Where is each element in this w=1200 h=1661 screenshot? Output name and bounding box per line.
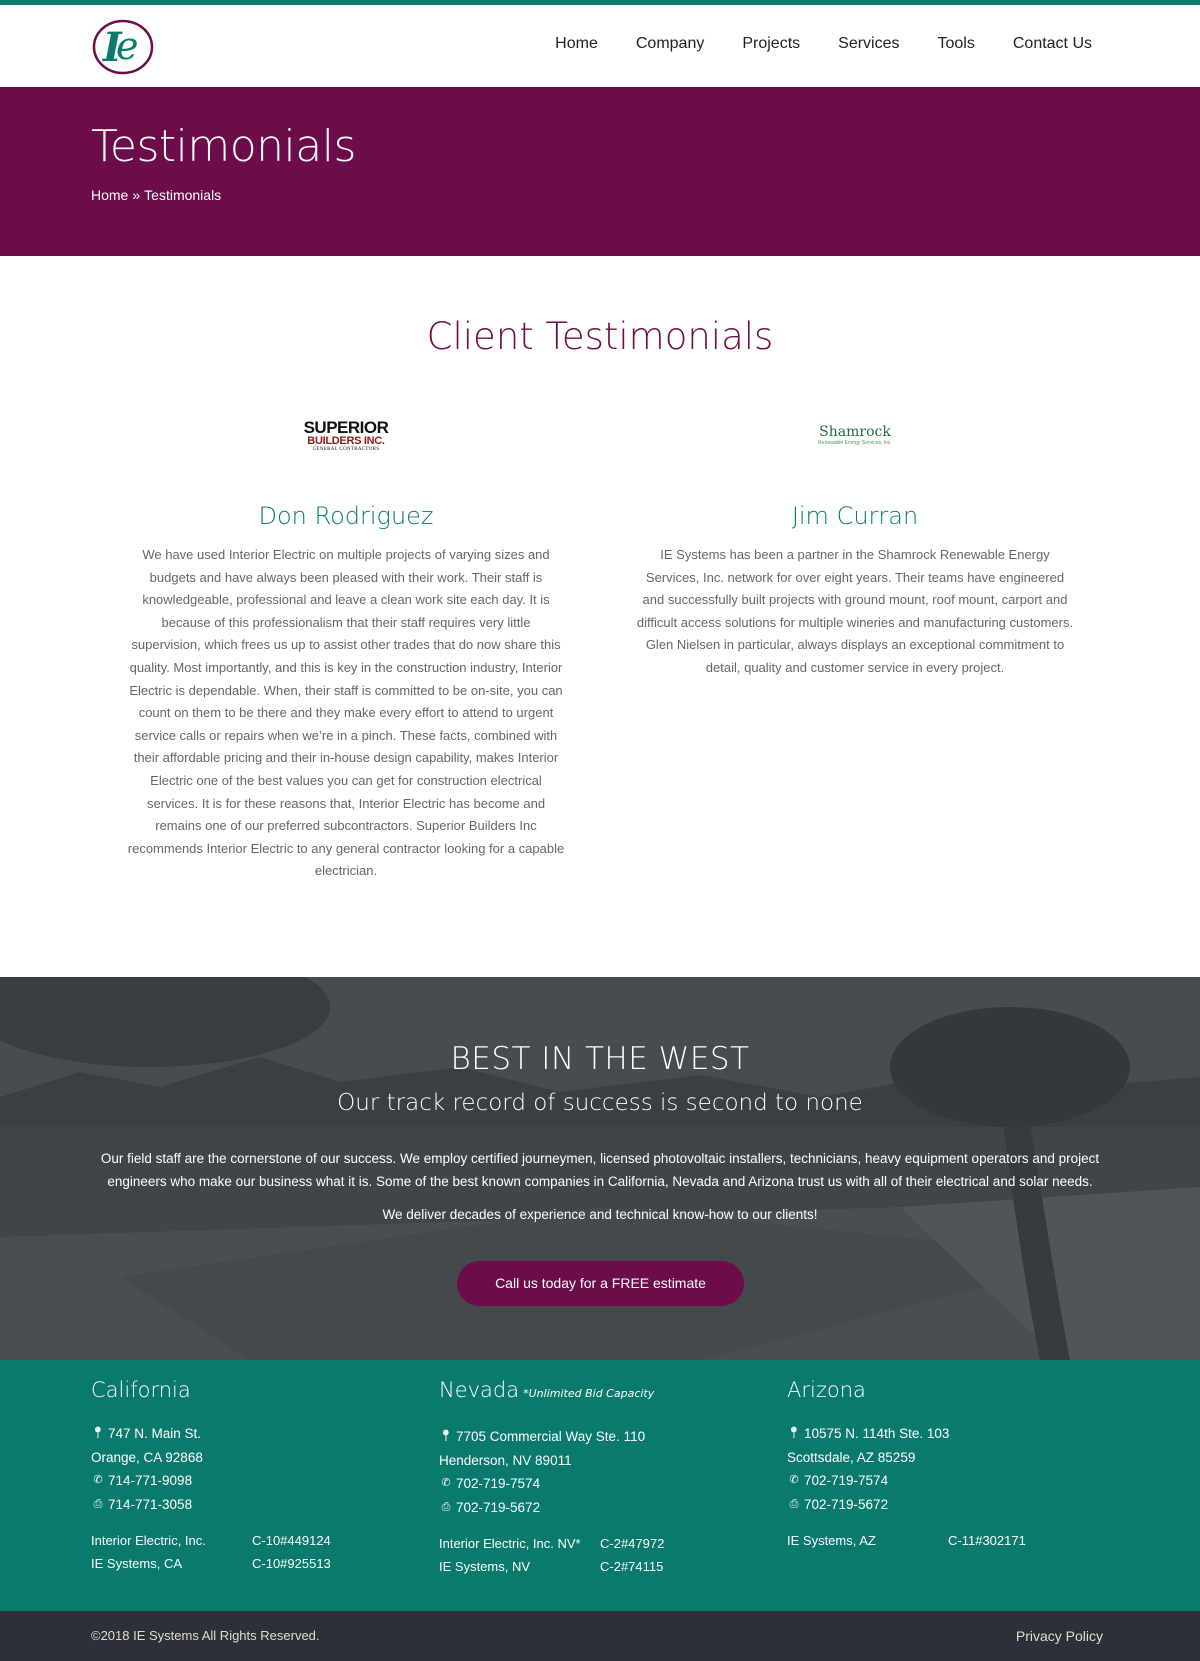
address-line-1: 10575 N. 114th Ste. 103 [804,1426,950,1441]
testimonial-card: Shamrock Renewable Energy Services, Inc.… [635,410,1075,680]
address-line-1: 747 N. Main St. [108,1426,202,1441]
testimonial-card: SUPERIOR BUILDERS INC. GENERAL CONTRACTO… [126,410,566,883]
fax-icon: ⎙ [441,1500,451,1513]
bottom-bar: ©2018 IE Systems All Rights Reserved. Pr… [0,1611,1200,1661]
location-title: Nevada *Unlimited Bid Capacity [439,1378,655,1402]
shamrock-logo: Shamrock Renewable Energy Services, Inc. [635,410,1075,460]
license-row: Interior Electric, Inc. NV* C-2#47972 [439,1536,665,1551]
section-title: Client Testimonials [426,315,774,358]
logo-text-line1: Shamrock [819,423,891,440]
location-california: California 📍︎ 747 N. Main St. Orange, CA … [91,1378,411,1575]
promo-body: Our field staff are the cornerstone of o… [100,1151,1100,1189]
map-marker-icon: 📍︎ [91,1427,105,1439]
license-row: IE Systems, NV C-2#74115 [439,1559,664,1574]
fax-number: 714-771-3058 [108,1496,193,1512]
testimonial-text: We have used Interior Electric on multip… [127,547,565,879]
phone-icon: ✆ [93,1474,103,1486]
phone-icon: ✆ [789,1474,799,1486]
license-row: Interior Electric, Inc. C-10#449124 [91,1533,331,1548]
logo-text-line3: GENERAL CONTRACTORS [312,446,380,452]
license-list: Interior Electric, Inc. C-10#449124 IE Sy… [91,1529,411,1575]
phone-icon: ✆ [441,1477,451,1489]
promo-tagline: We deliver decades of experience and tec… [382,1207,818,1222]
license-row: IE Systems, AZ C-11#302171 [787,1533,1026,1548]
page-title-banner: Testimonials Home » Testimonials [0,87,1200,256]
fax-number: 702-719-5672 [456,1499,541,1515]
fax-icon: ⎙ [93,1497,103,1510]
license-list: IE Systems, AZ C-11#302171 [787,1529,1107,1552]
address-line-2: Scottsdale, AZ 85259 [787,1449,916,1465]
location-title: Arizona [787,1378,866,1402]
promo-section: BEST IN THE WEST Our track record of suc… [0,977,1200,1360]
address-line-2: Henderson, NV 89011 [439,1452,572,1468]
locations-footer: California 📍︎ 747 N. Main St. Orange, CA … [0,1360,1200,1611]
map-marker-icon: 📍︎ [439,1430,453,1442]
logo-text-line2: Renewable Energy Services, Inc. [818,439,892,446]
location-arizona: Arizona 📍︎ 10575 N. 114th Ste. 103 Scotts… [787,1378,1107,1552]
nav-projects[interactable]: Projects [742,35,800,53]
location-note: *Unlimited Bid Capacity [523,1387,655,1400]
location-nevada: Nevada *Unlimited Bid Capacity 📍︎ 7705 Com… [439,1378,759,1578]
license-row: IE Systems, CA C-10#925513 [91,1556,331,1571]
superior-builders-logo: SUPERIOR BUILDERS INC. GENERAL CONTRACTO… [126,410,566,460]
phone-number[interactable]: 714-771-9098 [108,1469,192,1493]
address-line-2: Orange, CA 92868 [91,1449,203,1465]
fax-number: 702-719-5672 [804,1496,889,1512]
breadcrumb: Home » Testimonials [91,187,221,203]
promo-title: BEST IN THE WEST [450,1041,750,1077]
copyright-text: ©2018 IE Systems All Rights Reserved. [91,1628,320,1643]
nav-company[interactable]: Company [636,35,704,53]
free-estimate-button[interactable]: Call us today for a FREE estimate [457,1261,744,1306]
location-title: California [91,1378,191,1402]
map-marker-icon: 📍︎ [787,1427,801,1439]
fax-icon: ⎙ [789,1497,799,1510]
nav-home[interactable]: Home [555,35,598,53]
breadcrumb-home[interactable]: Home [91,187,128,203]
logo-text-line2: BUILDERS INC. [307,434,385,447]
nav-services[interactable]: Services [838,35,899,53]
page-title: Testimonials [91,121,356,172]
svg-text:e: e [116,24,139,68]
logo-text-line1: SUPERIOR [303,417,389,437]
breadcrumb-separator: » [132,187,141,203]
breadcrumb-current: Testimonials [144,187,222,203]
testimonial-name: Jim Curran [791,502,919,530]
testimonial-text: IE Systems has been a partner in the Sha… [636,547,1074,675]
address-line-1: 7705 Commercial Way Ste. 110 [456,1429,646,1444]
nav-tools[interactable]: Tools [938,35,975,53]
privacy-policy-link[interactable]: Privacy Policy [1016,1628,1103,1644]
nav-contact-us[interactable]: Contact Us [1013,35,1092,53]
promo-subtitle: Our track record of success is second to… [337,1090,863,1116]
phone-number[interactable]: 702-719-7574 [804,1469,888,1493]
phone-number[interactable]: 702-719-7574 [456,1472,540,1496]
ie-logo-icon[interactable]: I e [92,19,156,75]
license-list: Interior Electric, Inc. NV* C-2#47972 IE … [439,1532,759,1578]
testimonial-name: Don Rodriguez [258,502,434,530]
main-nav: Home Company Projects Services Tools Con… [517,35,1092,53]
site-header: I e Home Company Projects Services Tools… [0,5,1200,87]
